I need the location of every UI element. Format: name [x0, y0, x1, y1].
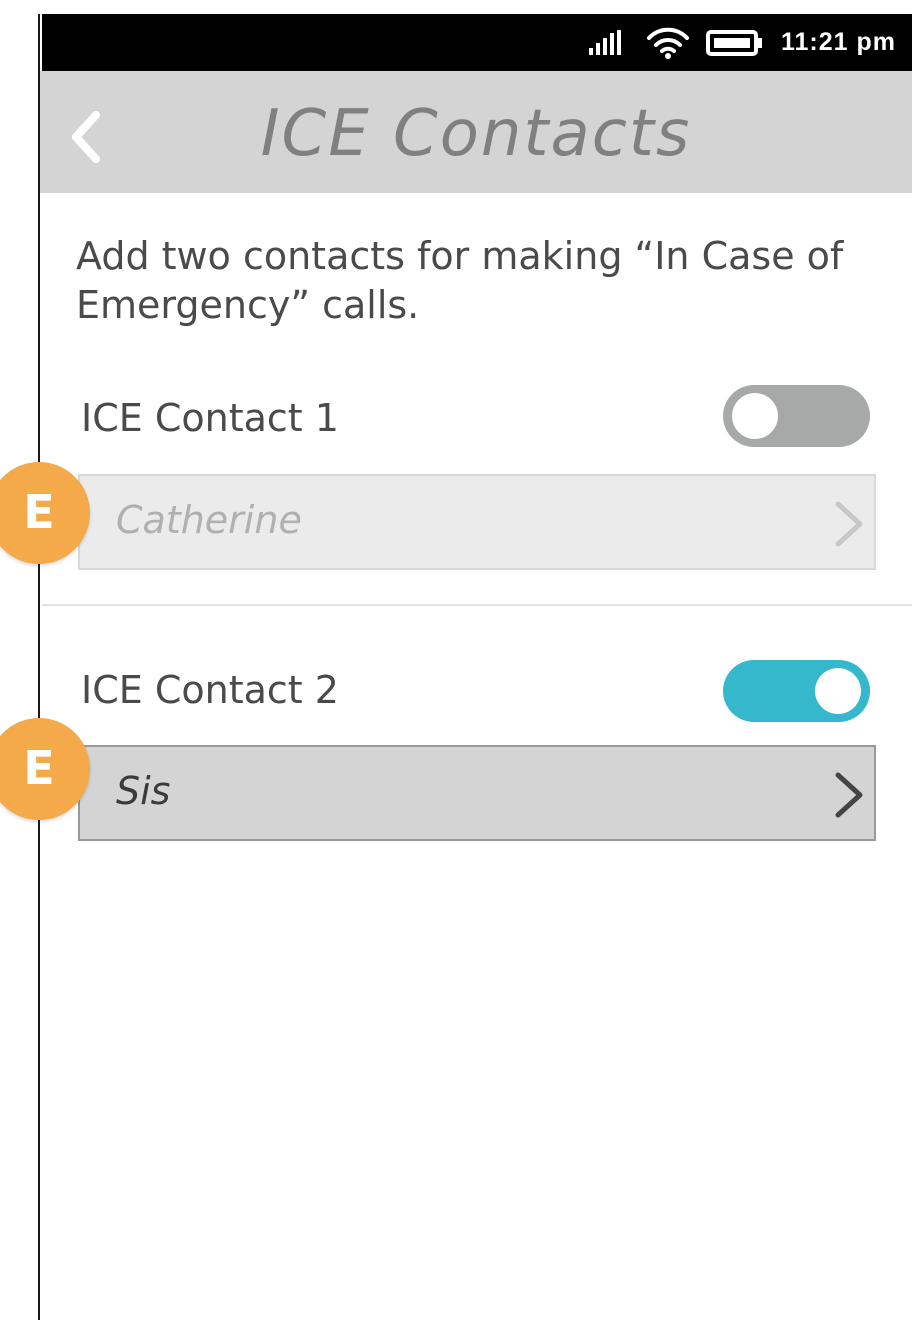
toggle-knob	[732, 393, 778, 439]
contact-1-label: ICE Contact 1	[81, 396, 339, 440]
toggle-knob	[815, 668, 861, 714]
edit-badge-letter: E	[23, 741, 55, 795]
status-time: 11:21 pm	[780, 28, 896, 56]
chevron-right-icon	[835, 772, 863, 818]
status-bar: 11:21 pm	[42, 14, 912, 71]
contact-1-field[interactable]: Catherine	[78, 474, 876, 570]
frame-border-line	[38, 14, 40, 1320]
edit-badge-2[interactable]: E	[0, 718, 90, 820]
contact-1-value: Catherine	[116, 498, 302, 542]
edit-badge-letter: E	[23, 485, 55, 539]
battery-icon	[706, 30, 762, 56]
contact-1-toggle[interactable]	[723, 385, 870, 447]
contact-2-field[interactable]: Sis	[78, 745, 876, 841]
wifi-icon	[647, 27, 689, 59]
contact-2-toggle[interactable]	[723, 660, 870, 722]
app-header: ICE Contacts	[40, 71, 912, 193]
contact-2-value: Sis	[116, 769, 171, 813]
page-title: ICE Contacts	[260, 97, 692, 171]
chevron-right-icon	[835, 501, 863, 547]
edit-badge-1[interactable]: E	[0, 462, 90, 564]
section-divider	[42, 604, 912, 606]
contact-2-label: ICE Contact 2	[81, 668, 339, 712]
signal-icon	[589, 30, 621, 55]
intro-text: Add two contacts for making “In Case of …	[76, 234, 844, 327]
